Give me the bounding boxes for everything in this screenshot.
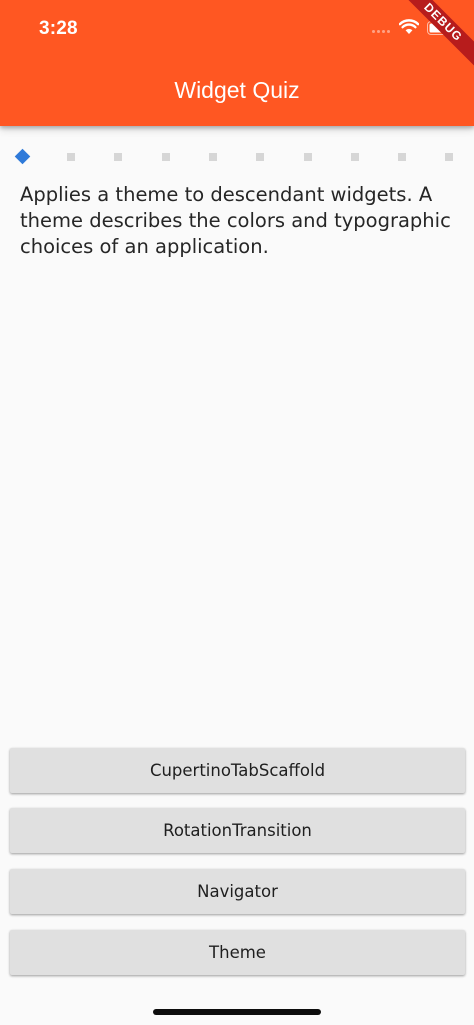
- home-indicator: [153, 1009, 321, 1015]
- app-bar: 3:28 DEBUG Widget Quiz: [0, 0, 474, 126]
- progress-dot: [398, 153, 406, 161]
- progress-dot: [304, 153, 312, 161]
- progress-dot: [67, 153, 75, 161]
- progress-indicator: [14, 148, 460, 165]
- answer-button[interactable]: CupertinoTabScaffold: [10, 748, 465, 793]
- progress-dot: [114, 153, 122, 161]
- wifi-icon: [399, 19, 419, 34]
- progress-dot-active: [14, 148, 31, 165]
- question-text: Applies a theme to descendant widgets. A…: [20, 183, 451, 258]
- cellular-signal-icon: [372, 30, 390, 33]
- page-title: Widget Quiz: [174, 77, 300, 103]
- answer-button[interactable]: Theme: [10, 930, 465, 975]
- status-time: 3:28: [39, 18, 78, 39]
- answer-button[interactable]: RotationTransition: [10, 808, 465, 853]
- progress-dot: [351, 153, 359, 161]
- progress-dot: [445, 153, 453, 161]
- debug-banner: DEBUG: [391, 0, 474, 75]
- progress-dot: [209, 153, 217, 161]
- progress-dot: [162, 153, 170, 161]
- answer-button[interactable]: Navigator: [10, 869, 465, 914]
- progress-dot: [256, 153, 264, 161]
